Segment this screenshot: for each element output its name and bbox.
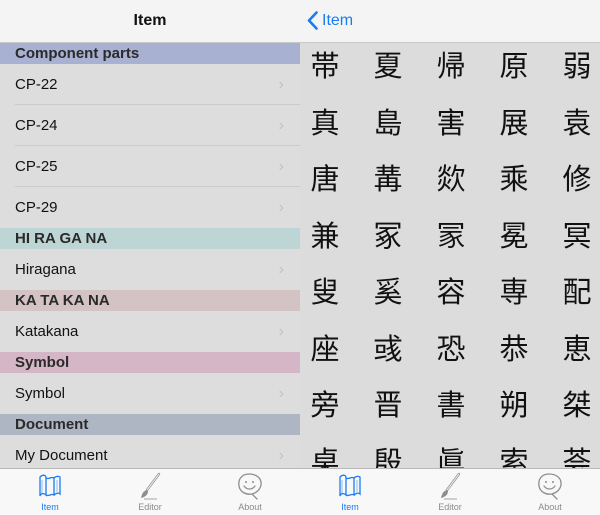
kanji-cell[interactable]: 島 xyxy=(368,106,408,140)
list-item[interactable]: My Document › xyxy=(0,435,300,468)
list-item-label: CP-24 xyxy=(15,117,58,134)
kanji-cell[interactable]: 書 xyxy=(431,388,471,422)
back-label: Item xyxy=(322,11,354,29)
kanji-cell[interactable]: 冢 xyxy=(368,219,408,253)
tab-label: Item xyxy=(41,502,59,512)
smiley-icon xyxy=(220,472,280,500)
list-item-label: CP-29 xyxy=(15,199,58,216)
chevron-left-icon xyxy=(307,11,318,30)
chevron-right-icon: › xyxy=(278,199,284,216)
chevron-right-icon: › xyxy=(278,323,284,340)
kanji-cell[interactable]: 帯 xyxy=(305,49,345,83)
tab-label: About xyxy=(238,502,262,512)
kanji-cell[interactable]: 唐 xyxy=(305,162,345,196)
kanji-cell[interactable]: 桌 xyxy=(305,445,345,469)
kanji-cell[interactable]: 冥 xyxy=(557,219,597,253)
chevron-right-icon: › xyxy=(278,447,284,464)
kanji-cell[interactable]: 彧 xyxy=(368,332,408,366)
kanji-cell[interactable]: 夏 xyxy=(368,49,408,83)
list-item[interactable]: Symbol › xyxy=(0,373,300,414)
chevron-right-icon: › xyxy=(278,385,284,402)
map-icon xyxy=(320,472,380,500)
chevron-right-icon: › xyxy=(278,261,284,278)
chevron-right-icon: › xyxy=(278,158,284,175)
kanji-cell[interactable]: 帰 xyxy=(431,49,471,83)
tab-about[interactable]: About xyxy=(520,472,580,512)
tab-label: About xyxy=(538,502,562,512)
kanji-cell[interactable]: 展 xyxy=(494,106,534,140)
kanji-cell[interactable]: 袁 xyxy=(557,106,597,140)
section-header: HI RA GA NA xyxy=(0,228,300,249)
kanji-cell[interactable]: 座 xyxy=(305,332,345,366)
kanji-cell[interactable]: 桀 xyxy=(557,388,597,422)
kanji-cell[interactable]: 兼 xyxy=(305,219,345,253)
map-icon xyxy=(20,472,80,500)
list-item-label: CP-22 xyxy=(15,76,58,93)
tab-bar: Item Editor About xyxy=(0,468,300,515)
item-list-pane: Item Component parts CP-22 › CP-24 › CP-25 › CP… xyxy=(0,0,300,515)
kanji-cell[interactable]: 索 xyxy=(494,445,534,469)
kanji-cell[interactable]: 冕 xyxy=(494,219,534,253)
kanji-cell[interactable]: 冡 xyxy=(431,219,471,253)
kanji-cell[interactable]: 冓 xyxy=(368,162,408,196)
kanji-cell[interactable]: 旁 xyxy=(305,388,345,422)
kanji-cell[interactable]: 原 xyxy=(494,49,534,83)
kanji-cell[interactable]: 乘 xyxy=(494,162,534,196)
chevron-right-icon: › xyxy=(278,76,284,93)
kanji-cell[interactable]: 害 xyxy=(431,106,471,140)
list-item[interactable]: CP-25 › xyxy=(0,146,300,187)
kanji-pane: Item 帯夏帰原弱真島害展袁唐冓欻乘修兼冢冡冕冥叟奚容専配座彧恐恭恵旁晋書朔桀… xyxy=(300,0,600,515)
kanji-cell[interactable]: 配 xyxy=(557,275,597,309)
list-item[interactable]: CP-29 › xyxy=(0,187,300,228)
brush-icon xyxy=(420,472,480,500)
kanji-grid[interactable]: 帯夏帰原弱真島害展袁唐冓欻乘修兼冢冡冕冥叟奚容専配座彧恐恭恵旁晋書朔桀桌殷眞索荟 xyxy=(300,43,600,468)
kanji-cell[interactable]: 恐 xyxy=(431,332,471,366)
brush-icon xyxy=(120,472,180,500)
tab-label: Editor xyxy=(438,502,462,512)
kanji-cell[interactable]: 奚 xyxy=(368,275,408,309)
section-header: KA TA KA NA xyxy=(0,290,300,311)
list-item-label: My Document xyxy=(15,447,108,464)
kanji-cell[interactable]: 荟 xyxy=(557,445,597,469)
section-header: Document xyxy=(0,414,300,435)
kanji-cell[interactable]: 容 xyxy=(431,275,471,309)
tab-editor[interactable]: Editor xyxy=(420,472,480,512)
tab-label: Item xyxy=(341,502,359,512)
item-list[interactable]: Component parts CP-22 › CP-24 › CP-25 › CP-29 › H… xyxy=(0,43,300,468)
smiley-icon xyxy=(520,472,580,500)
list-item[interactable]: Katakana › xyxy=(0,311,300,352)
kanji-cell[interactable]: 恭 xyxy=(494,332,534,366)
kanji-cell[interactable]: 恵 xyxy=(557,332,597,366)
kanji-cell[interactable]: 眞 xyxy=(431,445,471,469)
nav-bar: Item xyxy=(0,0,300,43)
list-item[interactable]: CP-22 › xyxy=(0,64,300,105)
back-button[interactable]: Item xyxy=(307,11,353,30)
kanji-cell[interactable]: 欻 xyxy=(431,162,471,196)
nav-bar-detail: Item xyxy=(300,0,600,43)
tab-editor[interactable]: Editor xyxy=(120,472,180,512)
kanji-cell[interactable]: 晋 xyxy=(368,388,408,422)
kanji-cell[interactable]: 殷 xyxy=(368,445,408,469)
tab-bar-detail: Item Editor About xyxy=(300,468,600,515)
nav-title: Item xyxy=(133,12,167,29)
tab-label: Editor xyxy=(138,502,162,512)
list-item[interactable]: CP-24 › xyxy=(0,105,300,146)
kanji-cell[interactable]: 専 xyxy=(494,275,534,309)
kanji-cell[interactable]: 朔 xyxy=(494,388,534,422)
list-item-label: Hiragana xyxy=(15,261,76,278)
chevron-right-icon: › xyxy=(278,117,284,134)
kanji-cell[interactable]: 弱 xyxy=(557,49,597,83)
section-header: Component parts xyxy=(0,43,300,64)
kanji-cell[interactable]: 叟 xyxy=(305,275,345,309)
tab-about[interactable]: About xyxy=(220,472,280,512)
list-item-label: CP-25 xyxy=(15,158,58,175)
section-header: Symbol xyxy=(0,352,300,373)
kanji-cell[interactable]: 真 xyxy=(305,106,345,140)
tab-item[interactable]: Item xyxy=(320,472,380,512)
kanji-cell[interactable]: 修 xyxy=(557,162,597,196)
list-item[interactable]: Hiragana › xyxy=(0,249,300,290)
list-item-label: Katakana xyxy=(15,323,79,340)
list-item-label: Symbol xyxy=(15,385,66,402)
tab-item[interactable]: Item xyxy=(20,472,80,512)
